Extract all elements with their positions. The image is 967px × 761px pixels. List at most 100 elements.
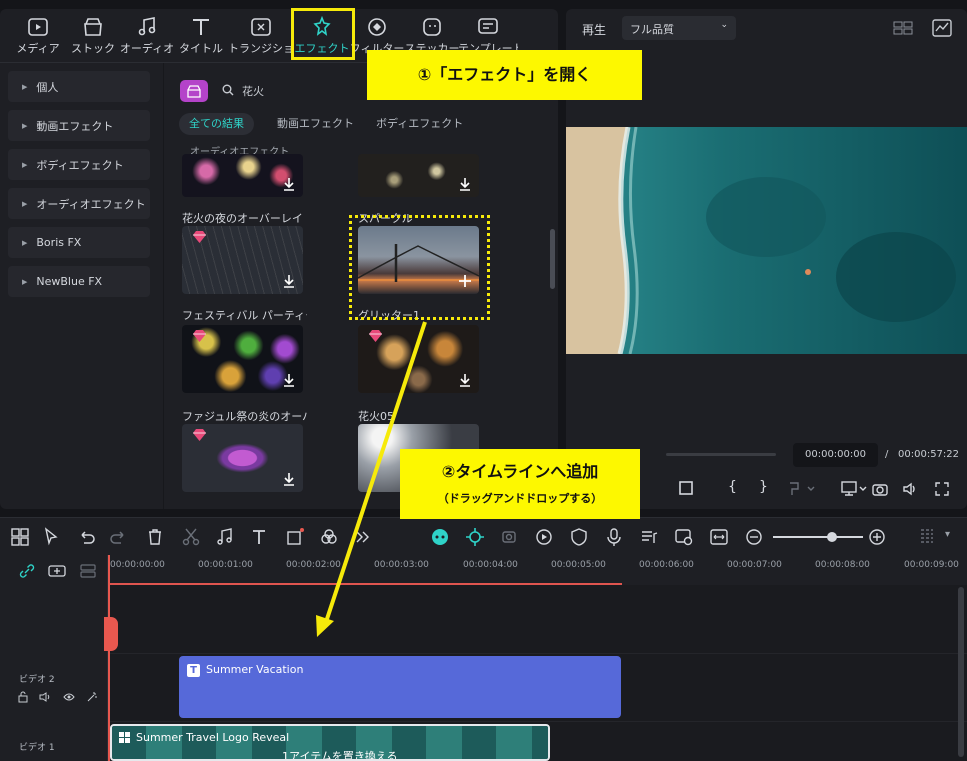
zoom-out-icon[interactable] — [744, 527, 764, 547]
effect-thumb-heart-firework[interactable] — [182, 424, 303, 492]
ruler-tick-label: 00:00:06:00 — [639, 560, 694, 570]
magic-wand-icon[interactable] — [86, 691, 98, 703]
category-video-effects[interactable]: ▶ 動画エフェクト — [8, 110, 150, 141]
video-clip-icon — [119, 732, 130, 743]
track-name-video-2: ビデオ 2 — [19, 675, 55, 685]
fit-timeline-icon[interactable] — [709, 527, 729, 547]
toolbar-transition[interactable]: トランジション — [228, 15, 294, 61]
effects-scrollbar[interactable] — [550, 229, 555, 289]
microphone-icon[interactable] — [604, 527, 624, 547]
title-clip[interactable]: T Summer Vacation — [179, 656, 621, 718]
eye-icon[interactable] — [63, 691, 75, 703]
ai-copilot-icon[interactable] — [430, 527, 450, 547]
auto-ripple-icon[interactable] — [465, 527, 485, 547]
effect-thumb-fireworks-05[interactable] — [358, 325, 479, 393]
ruler-tick-label: 00:00:03:00 — [374, 560, 429, 570]
snapshot-camera-icon[interactable] — [872, 481, 888, 497]
store-button[interactable] — [180, 80, 208, 102]
effect-category-list: ▶ 個人 ▶ 動画エフェクト ▶ ボディエフェクト ▶ オーディオエフェクト ▶ Bori… — [8, 71, 150, 305]
toolbar-audio[interactable]: オーディオ — [118, 15, 176, 61]
filter-tab-all[interactable]: 全ての結果 — [179, 113, 254, 135]
audio-mixer-icon[interactable] — [639, 527, 659, 547]
motion-tracking-icon[interactable] — [500, 527, 520, 547]
mask-shield-icon[interactable] — [569, 527, 589, 547]
effect-label: ファジュル祭の炎のオーバ... — [182, 410, 307, 423]
download-icon — [460, 178, 470, 191]
download-icon — [284, 473, 294, 486]
fullscreen-icon[interactable] — [934, 481, 950, 497]
effect-thumb-sparkle[interactable] — [358, 154, 479, 197]
toolbar-stock[interactable]: ストック — [64, 15, 122, 61]
redo-icon[interactable] — [109, 527, 129, 547]
playback-label: 再生 — [582, 23, 607, 37]
link-icon[interactable] — [19, 564, 35, 578]
chevron-down-icon[interactable]: ▾ — [945, 529, 950, 540]
zoom-slider[interactable] — [773, 532, 863, 542]
display-settings-icon[interactable] — [841, 481, 867, 497]
marker-icon[interactable] — [788, 481, 818, 497]
filter-tab-video-effects[interactable]: 動画エフェクト — [267, 113, 364, 135]
color-icon[interactable] — [319, 527, 339, 547]
volume-icon[interactable] — [902, 481, 918, 497]
grid-view-icon[interactable] — [893, 20, 913, 36]
chevron-down-icon: ⌄ — [720, 20, 728, 30]
crop-icon[interactable] — [285, 527, 305, 547]
category-boris-fx[interactable]: ▶ Boris FX — [8, 227, 150, 258]
toolbar-media[interactable]: メディア — [9, 15, 67, 61]
timeline-toolbar: ▾ — [0, 517, 967, 555]
panel-divider — [163, 63, 164, 509]
timeline-options-icon[interactable] — [917, 527, 937, 547]
playhead-handle[interactable] — [104, 617, 118, 651]
playback-progress-track[interactable] — [666, 453, 776, 456]
scopes-icon[interactable] — [932, 19, 952, 37]
callout-2-subtitle: （ドラッグアンドドロップする） — [437, 492, 603, 505]
mark-in-icon[interactable]: { — [728, 479, 737, 495]
effect-thumb-festival-particles[interactable] — [182, 226, 303, 294]
premium-gem-icon — [193, 429, 206, 441]
title-clip-label: Summer Vacation — [206, 663, 304, 676]
speaker-icon[interactable] — [39, 691, 51, 703]
text-title-icon[interactable] — [250, 527, 270, 547]
zoom-in-icon[interactable] — [867, 527, 887, 547]
effect-thumb-fireworks-overlay[interactable] — [182, 154, 303, 197]
track-manager-icon[interactable] — [80, 564, 96, 578]
media-icon — [28, 18, 48, 36]
render-preview-icon[interactable] — [674, 527, 694, 547]
timeline-ruler[interactable]: 00:00:00:00 00:00:01:00 00:00:02:00 00:0… — [108, 555, 967, 585]
undo-icon[interactable] — [76, 527, 96, 547]
speed-icon[interactable] — [534, 527, 554, 547]
category-personal[interactable]: ▶ 個人 — [8, 71, 150, 102]
toolbar-title[interactable]: タイトル — [172, 15, 230, 61]
zoom-slider-knob[interactable] — [826, 532, 837, 542]
category-newblue-fx[interactable]: ▶ NewBlue FX — [8, 266, 150, 297]
mark-out-icon[interactable]: } — [759, 479, 768, 495]
expand-arrow-icon: ▶ — [22, 238, 28, 247]
music-note-icon — [138, 17, 156, 36]
select-cursor-icon[interactable] — [42, 527, 62, 547]
effects-tab-highlight — [291, 8, 355, 60]
split-scissors-icon[interactable] — [181, 527, 201, 547]
timeline-scrollbar[interactable] — [958, 587, 964, 757]
more-tools-icon[interactable] — [353, 527, 373, 547]
download-icon — [460, 374, 470, 387]
category-audio-effects[interactable]: ▶ オーディオエフェクト — [8, 188, 150, 219]
video-preview — [566, 127, 967, 354]
total-time: 00:00:57:22 — [898, 449, 960, 460]
effect-thumb-fajr-festival-fire[interactable] — [182, 325, 303, 393]
audio-icon[interactable] — [215, 527, 235, 547]
video-clip-label: Summer Travel Logo Reveal — [136, 731, 290, 744]
layout-icon[interactable] — [10, 527, 30, 547]
category-body-effects[interactable]: ▶ ボディエフェクト — [8, 149, 150, 180]
filter-tab-body-effects[interactable]: ボディエフェクト — [366, 113, 473, 135]
premium-gem-icon — [193, 330, 206, 342]
ruler-tick-label: 00:00:04:00 — [463, 560, 518, 570]
lock-icon[interactable] — [17, 691, 29, 703]
quality-select[interactable]: フル品質 ⌄ — [622, 16, 736, 40]
track-separator — [108, 653, 967, 654]
delete-trash-icon[interactable] — [145, 527, 165, 547]
add-track-icon[interactable] — [48, 564, 66, 578]
stop-icon[interactable] — [679, 481, 693, 495]
video-clip[interactable]: Summer Travel Logo Reveal 1アイテムを置き換える — [110, 724, 550, 761]
callout-add-to-timeline: ②タイムラインへ追加 （ドラッグアンドドロップする） — [400, 449, 640, 519]
preview-header: 再生 フル品質 ⌄ — [566, 9, 967, 47]
